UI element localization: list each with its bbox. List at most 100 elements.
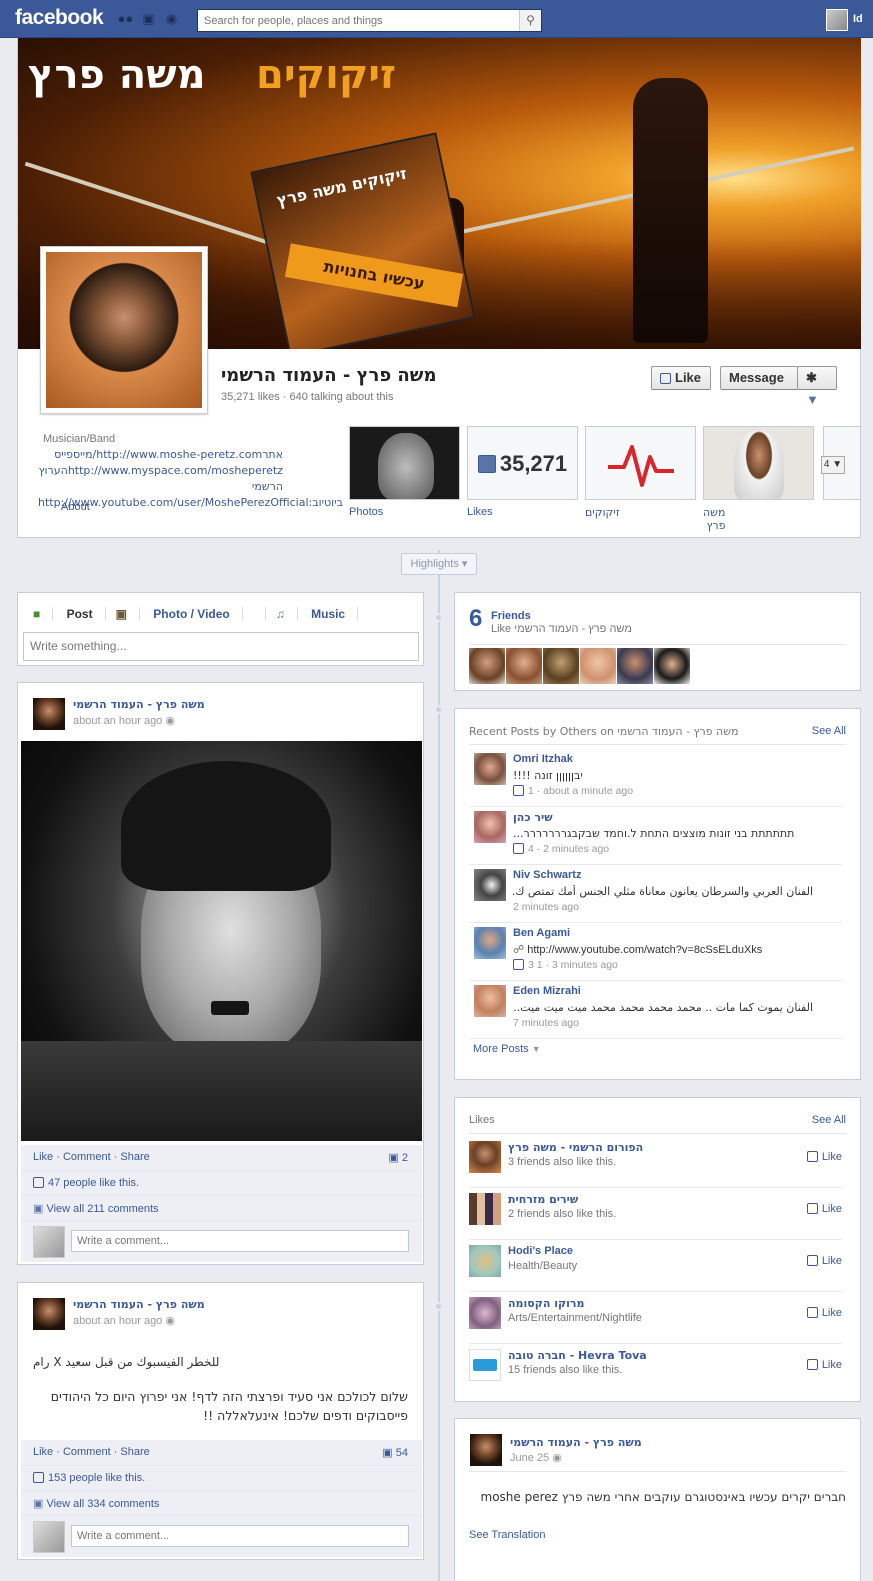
liked-page-name[interactable]: Hodi's Place [508,1245,573,1257]
post-author-link[interactable]: משה פרץ - העמוד הרשמי [510,1436,642,1449]
friend-avatar[interactable] [580,648,616,684]
liked-page-name[interactable]: שירים מזרחית [508,1193,578,1206]
liked-page-item[interactable]: הפורום הרשמי - משה פרץ 3 friends also li… [469,1136,842,1188]
facebook-logo[interactable]: facebook [15,6,104,30]
likes-tile-label[interactable]: Likes [467,506,493,518]
poster-name[interactable]: Omri Itzhak [513,753,573,765]
view-comments-link[interactable]: ▣ View all 334 comments [33,1497,159,1510]
recent-post-item[interactable]: Ben Agami ☍ http://www.youtube.com/watch… [469,923,842,981]
liked-page-name[interactable]: חברה טובה - Hevra Tova [508,1349,647,1362]
highlights-dropdown[interactable]: Highlights ▾ [401,553,477,575]
search-input[interactable] [198,10,518,31]
comment-input[interactable]: Write a comment... [71,1230,409,1252]
post-timestamp[interactable]: June 25 ◉ [510,1451,562,1464]
poster-name[interactable]: Eden Mizrahi [513,985,581,997]
post-author-avatar[interactable] [470,1434,502,1466]
friend-avatar[interactable] [506,648,542,684]
comment-input[interactable]: Write a comment... [71,1525,409,1547]
about-line[interactable]: אתרhttp://www.moshe-peretz.com/מייספייס [43,447,283,463]
friend-avatar[interactable] [617,648,653,684]
post-likes-text[interactable]: 47 people like this. [33,1177,139,1189]
composer-input[interactable]: Write something... [23,632,419,661]
liked-page-item[interactable]: Hodi's Place Health/Beauty Like [469,1240,842,1292]
liked-page-name[interactable]: מרוקו הקסומה [508,1297,585,1310]
thumbs-up-icon [660,373,671,384]
photos-tile[interactable] [349,426,460,500]
liked-page-avatar[interactable] [469,1141,501,1173]
liked-page-item[interactable]: חברה טובה - Hevra Tova 15 friends also l… [469,1344,842,1396]
settings-menu-button[interactable]: ✱ ▼ [797,366,837,407]
friends-title[interactable]: Friends [491,610,531,622]
likes-tile[interactable]: 35,271 [467,426,578,500]
post-actions-links[interactable]: Like · Comment · Share [33,1446,150,1458]
like-page-link[interactable]: Like [806,1255,842,1267]
post-likes-text[interactable]: 153 people like this. [33,1472,145,1484]
recent-posts-see-all[interactable]: See All [812,725,846,737]
user-avatar[interactable] [826,9,848,31]
friend-requests-icon[interactable]: ●● [117,12,134,26]
like-page-link[interactable]: Like [806,1203,842,1215]
about-line[interactable]: http://www.myspace.com/mosheperetzהערוץ … [39,463,283,495]
profile-tile-label[interactable]: משה פרץ [703,506,725,532]
like-page-button[interactable]: Like [651,366,711,390]
view-comments-link[interactable]: ▣ View all 211 comments [33,1202,159,1215]
tab-music[interactable]: ♫ Music [275,607,380,621]
liked-page-avatar[interactable] [469,1245,501,1277]
thumbs-up-icon [513,843,524,854]
message-button[interactable]: Message [720,366,798,390]
recent-post-item[interactable]: Eden Mizrahi الفنان يموت كما مات .. محمد… [469,981,842,1039]
poster-name[interactable]: Niv Schwartz [513,869,581,881]
post-author-avatar[interactable] [33,1298,65,1330]
like-page-link[interactable]: Like [806,1151,842,1163]
post-author-link[interactable]: משה פרץ - העמוד הרשמי [73,698,205,711]
user-name-link[interactable]: Id [853,13,863,25]
friend-avatar[interactable] [654,648,690,684]
poster-avatar[interactable] [474,927,506,959]
liked-page-avatar[interactable] [469,1193,501,1225]
likes-see-all[interactable]: See All [812,1114,846,1126]
recent-post-item[interactable]: שיר כהן תתתתתת בני זונות מוצצים התחת ל.ו… [469,807,842,865]
post-link[interactable]: ☍ http://www.youtube.com/watch?v=8cSsELd… [513,943,813,956]
liked-page-sub: Health/Beauty [508,1260,578,1272]
post-author-link[interactable]: משה פרץ - העמוד הרשמי [73,1298,205,1311]
liked-page-avatar[interactable] [469,1297,501,1329]
poster-avatar[interactable] [474,985,506,1017]
post-timestamp[interactable]: about an hour ago ◉ [73,1314,175,1327]
poster-avatar[interactable] [474,869,506,901]
poster-name[interactable]: Ben Agami [513,927,570,939]
messages-icon[interactable]: ▣ [140,12,157,26]
like-page-link[interactable]: Like [806,1359,842,1371]
recent-post-item[interactable]: Niv Schwartz الفنان العربي والسرطان يعان… [469,865,842,923]
tab-post[interactable]: ■ Post [33,607,106,621]
music-tile-label[interactable]: זיקוקים [585,506,620,519]
post-timestamp[interactable]: about an hour ago ◉ [73,714,175,727]
post-photo[interactable] [21,741,422,1141]
more-posts-link[interactable]: More Posts ▼ [473,1043,541,1055]
search-icon[interactable]: ⚲ [519,10,541,31]
see-translation-link[interactable]: See Translation [469,1529,545,1541]
recent-post-item[interactable]: Omri Itzhak יבןןןןןן זונה !!!! 1 · about… [469,749,842,807]
liked-page-name[interactable]: הפורום הרשמי - משה פרץ [508,1141,643,1154]
post-author-avatar[interactable] [33,698,65,730]
liked-page-item[interactable]: שירים מזרחית 2 friends also like this. L… [469,1188,842,1240]
post-actions-links[interactable]: Like · Comment · Share [33,1151,150,1163]
photos-tile-label[interactable]: Photos [349,506,383,518]
about-link[interactable]: About [61,501,90,513]
notifications-icon[interactable]: ◉ [163,12,180,26]
profile-picture[interactable] [40,246,208,414]
friend-avatar[interactable] [543,648,579,684]
friend-avatar[interactable] [469,648,505,684]
friends-count[interactable]: 6 [469,605,482,633]
poster-name[interactable]: שיר כהן [513,811,553,824]
liked-page-avatar[interactable] [469,1349,501,1381]
profile-tile[interactable] [703,426,814,500]
share-count[interactable]: ▣ 54 [382,1446,408,1459]
tab-photo-video[interactable]: ▣ Photo / Video [115,607,266,621]
tiles-expand-button[interactable]: 4 ▼ [821,456,845,474]
share-count[interactable]: ▣ 2 [388,1151,408,1164]
liked-page-item[interactable]: מרוקו הקסומה Arts/Entertainment/Nightlif… [469,1292,842,1344]
poster-avatar[interactable] [474,811,506,843]
music-tile[interactable] [585,426,696,500]
poster-avatar[interactable] [474,753,506,785]
like-page-link[interactable]: Like [806,1307,842,1319]
